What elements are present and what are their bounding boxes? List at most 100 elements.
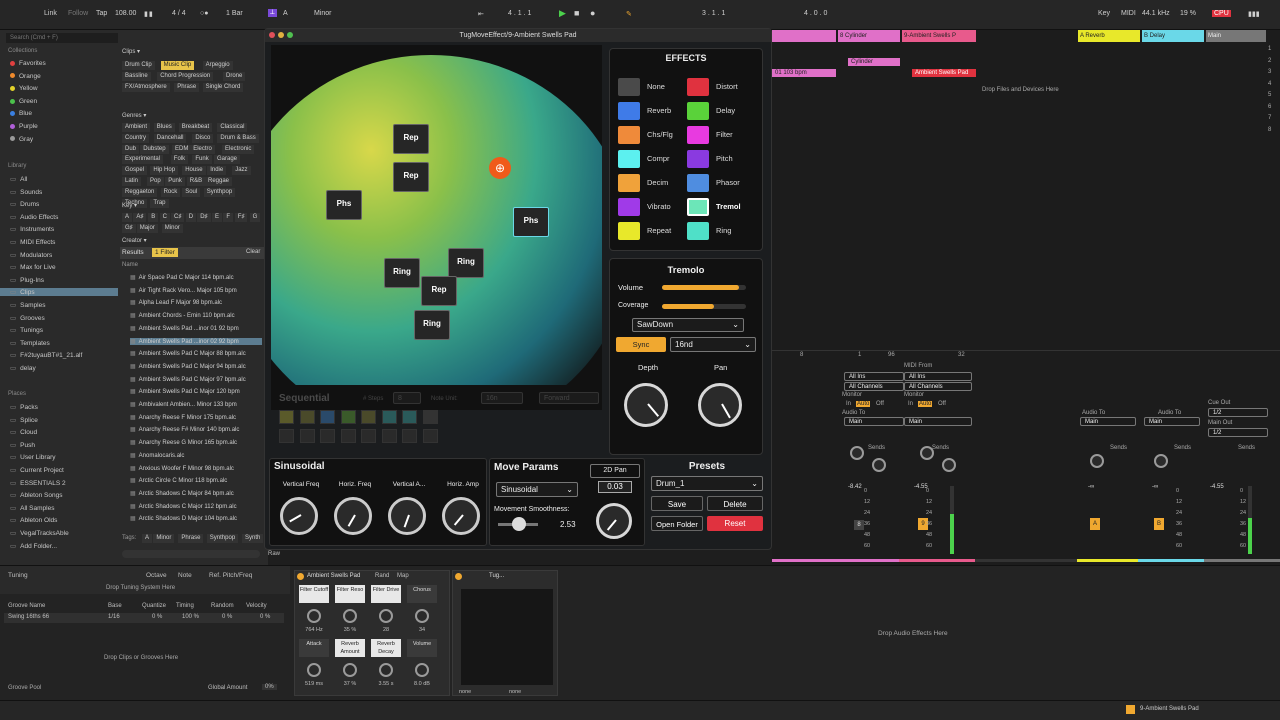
rand-button[interactable]: Rand — [375, 573, 389, 579]
tug-preview[interactable] — [461, 589, 553, 685]
library-item[interactable]: ▭ Samples — [0, 301, 120, 309]
library-item[interactable]: ▭ Plug-Ins — [0, 276, 120, 284]
device-power-icon[interactable] — [455, 573, 462, 580]
depth-knob[interactable] — [624, 383, 668, 427]
effect-option-filter[interactable]: Filter — [687, 126, 759, 144]
file-row[interactable]: ▦ Ambient Swells Pad ...inor 02 92 bpm — [130, 337, 262, 345]
clip-tag[interactable]: Chord Progression — [157, 72, 214, 81]
collection-item[interactable]: Gray — [0, 136, 120, 143]
device-power-icon[interactable] — [297, 573, 304, 580]
scale-icon[interactable]: ⟂ — [268, 9, 277, 17]
places-item[interactable]: ▭ Cloud — [0, 428, 120, 436]
file-row[interactable]: ▦ Arctic Shadows C Major 112 bpm.alc — [130, 503, 237, 510]
genre-tag[interactable]: Disco — [192, 133, 214, 143]
track-header-a[interactable] — [772, 30, 836, 42]
genre-tag[interactable]: Reggae — [205, 177, 233, 186]
library-item[interactable]: ▭ delay — [0, 364, 120, 372]
effect-option-compr[interactable]: Compr — [618, 150, 690, 168]
tug-select[interactable]: none — [459, 689, 471, 695]
send-a-knob[interactable] — [1154, 454, 1168, 468]
scale-select[interactable]: Minor — [314, 10, 332, 17]
file-row[interactable]: ▦ Alpha Lead F Major 98 bpm.alc — [130, 299, 222, 306]
key-tag[interactable]: C — [159, 213, 170, 222]
key-tag[interactable]: A — [122, 213, 133, 222]
result-tag[interactable]: Minor — [153, 534, 175, 543]
genre-tag[interactable]: Breakbeat — [178, 123, 213, 132]
effect-node[interactable]: Ring — [448, 248, 484, 278]
macro-knob[interactable] — [379, 663, 393, 677]
sequencer-step[interactable] — [340, 410, 356, 424]
groove-velocity[interactable]: 0 % — [260, 614, 270, 620]
tug-select[interactable]: none — [509, 689, 521, 695]
metronome-icon[interactable]: ▮▮ — [144, 10, 154, 18]
effect-option-repeat[interactable]: Repeat — [618, 222, 690, 240]
effect-option-none[interactable]: None — [618, 78, 690, 96]
effect-node[interactable]: Rep — [393, 124, 429, 154]
file-row[interactable]: ▦ Ambient Swells Pad C Major 94 bpm.alc — [130, 363, 246, 370]
key-tag[interactable]: C♯ — [171, 213, 185, 222]
key-tag[interactable]: F♯ — [234, 213, 248, 222]
sequencer-step[interactable] — [299, 429, 315, 443]
genre-tag[interactable]: Trap — [150, 198, 169, 208]
pan2d-value[interactable]: 0.03 — [598, 481, 632, 493]
effect-option-phasor[interactable]: Phasor — [687, 174, 759, 192]
genre-tag[interactable]: Indie — [207, 166, 227, 176]
clip-tag[interactable]: Bassline — [122, 72, 151, 81]
effect-node[interactable]: Rep — [421, 276, 457, 306]
return-b-header[interactable]: B Delay — [1142, 30, 1204, 42]
map-button[interactable]: Map — [397, 573, 409, 579]
record-icon[interactable]: ● — [590, 8, 595, 18]
sequencer-step[interactable] — [299, 410, 315, 424]
genre-tag[interactable]: Gospel — [122, 166, 148, 176]
groove-base[interactable]: 1/16 — [108, 614, 120, 620]
genres-heading[interactable]: Genres ▾ — [122, 112, 146, 119]
file-row[interactable]: ▦ Anomalocaris.alc — [130, 452, 184, 459]
file-row[interactable]: ▦ Ambient Swells Pad C Major 97 bpm.alc — [130, 376, 246, 383]
genre-tag[interactable]: Folk — [170, 155, 189, 165]
library-item[interactable]: ▭ MIDI Effects — [0, 238, 120, 246]
places-item[interactable]: ▭ All Samples — [0, 504, 120, 512]
genre-tag[interactable]: Electronic — [222, 144, 255, 154]
steps-select[interactable]: 8 — [393, 392, 421, 404]
scene-number[interactable]: 5 — [1268, 92, 1271, 98]
tempo-field[interactable]: 108.00 — [115, 10, 136, 17]
effect-option-tremol[interactable]: Tremol — [687, 198, 759, 216]
monitor-in[interactable]: In — [846, 401, 851, 407]
track-header-cylinder[interactable]: 8 Cylinder — [838, 30, 900, 42]
genre-tag[interactable]: R&B — [186, 177, 206, 186]
waveform-select[interactable]: SawDown ⌄ — [632, 318, 744, 332]
key-map-button[interactable]: Key — [1098, 10, 1110, 17]
file-row[interactable]: ▦ Ambient Swells Pad ...inor 01 92 bpm — [130, 325, 239, 332]
genre-tag[interactable]: Latin — [122, 177, 142, 186]
macro-knob[interactable] — [343, 609, 357, 623]
tap-button[interactable]: Tap — [96, 10, 107, 17]
clip-slot-playing[interactable]: Ambient Swells Pad — [912, 69, 976, 77]
search-input[interactable]: Search (Cmd + F) — [6, 33, 118, 43]
volume-readout[interactable]: -∞ — [1152, 484, 1158, 490]
macro-knob[interactable] — [415, 663, 429, 677]
places-item[interactable]: ▭ Push — [0, 441, 120, 449]
macro-knob[interactable] — [307, 609, 321, 623]
sequencer-step[interactable] — [422, 429, 438, 443]
library-item[interactable]: ▭ Instruments — [0, 225, 120, 233]
library-item[interactable]: ▭ All — [0, 175, 120, 183]
key-tag[interactable]: D — [185, 213, 197, 222]
file-row[interactable]: ▦ Arctic Shadows D Major 104 bpm.alc — [130, 515, 237, 522]
genre-tag[interactable]: EDM — [172, 144, 192, 154]
monitor-in[interactable]: In — [908, 401, 913, 407]
scene-number[interactable]: 6 — [1268, 104, 1271, 110]
genre-tag[interactable]: Synthpop — [203, 187, 236, 197]
effect-option-distort[interactable]: Distort — [687, 78, 759, 96]
key-tag[interactable]: Major — [136, 224, 158, 233]
pan2d-knob[interactable] — [596, 503, 632, 539]
effect-option-ring[interactable]: Ring — [687, 222, 759, 240]
sequencer-step[interactable] — [361, 429, 376, 443]
clip-tag[interactable]: Music Clip — [160, 61, 195, 70]
clips-filter-heading[interactable]: Clips ▾ — [122, 48, 140, 55]
file-row[interactable]: ▦ Anxious Woofer F Minor 98 bpm.alc — [130, 465, 234, 472]
coverage-slider[interactable] — [662, 304, 746, 309]
sinus-knob[interactable] — [334, 497, 372, 535]
follow-arrow-icon[interactable]: ⇤ — [478, 10, 484, 18]
file-row[interactable]: ▦ Arctic Circle C Minor 118 bpm.alc — [130, 477, 227, 484]
sequencer-step[interactable] — [402, 410, 417, 424]
